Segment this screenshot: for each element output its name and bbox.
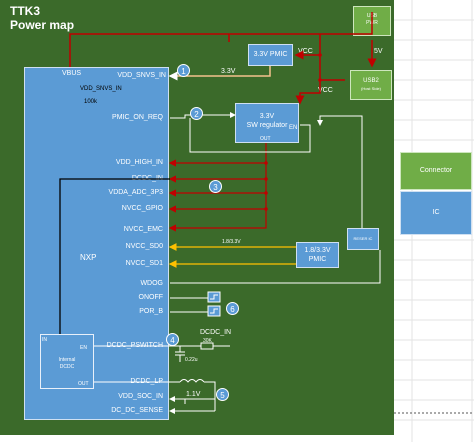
sd-rails xyxy=(168,243,296,268)
cap-label: 0.22u xyxy=(185,357,198,363)
marker-4: 4 xyxy=(166,333,179,346)
r30k-label: 30K xyxy=(203,338,212,344)
v33-label: 3.3V xyxy=(221,68,236,75)
dcdc-in-wire xyxy=(59,178,170,334)
vcc-rails xyxy=(69,12,377,105)
marker-5: 5 xyxy=(216,388,229,401)
marker-1: 1 xyxy=(177,64,190,77)
legend-ic-label: IC xyxy=(432,209,440,216)
v11-label: 1.1V xyxy=(186,391,201,398)
marker-6: 6 xyxy=(226,302,239,315)
marker-2: 2 xyxy=(190,107,203,120)
legend-connector-label: Connector xyxy=(419,167,453,174)
sd-voltage-label: 1.8/3.3V xyxy=(222,239,241,245)
marker-3: 3 xyxy=(209,180,222,193)
dcdc-in-annotation: DCDC_IN xyxy=(200,329,232,336)
